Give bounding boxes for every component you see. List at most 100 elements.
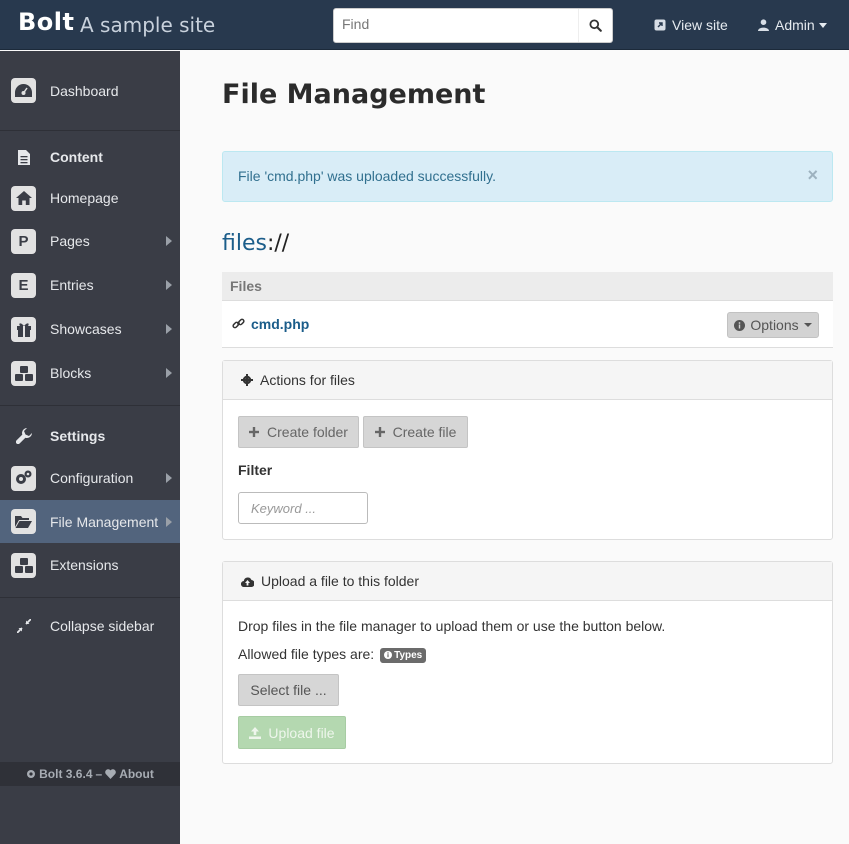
sidebar-item-pages[interactable]: P Pages bbox=[0, 219, 180, 263]
brand-logo[interactable]: Bolt bbox=[18, 8, 74, 36]
sidebar-item-label: Homepage bbox=[50, 190, 119, 206]
cubes-icon bbox=[11, 552, 36, 578]
select-file-button[interactable]: Select file ... bbox=[238, 674, 339, 706]
button-label: Upload file bbox=[268, 724, 335, 741]
cog-icon bbox=[27, 770, 36, 778]
version-link[interactable]: Bolt 3.6.4 bbox=[39, 767, 92, 781]
search-icon bbox=[589, 19, 602, 32]
sidebar-item-label: Dashboard bbox=[50, 82, 119, 99]
collapse-sidebar-button[interactable]: Collapse sidebar bbox=[0, 606, 180, 646]
sidebar-item-extensions[interactable]: Extensions bbox=[0, 543, 180, 587]
footer-separator: – bbox=[95, 767, 103, 781]
upload-file-button[interactable]: Upload file bbox=[238, 716, 346, 749]
sidebar-divider bbox=[0, 597, 180, 598]
button-label: Create file bbox=[392, 424, 457, 440]
main-content: File Management File 'cmd.php' was uploa… bbox=[180, 51, 849, 844]
chevron-right-icon bbox=[166, 368, 172, 378]
files-table-header: Files bbox=[222, 272, 833, 301]
path-root-link[interactable]: files bbox=[222, 231, 267, 256]
about-link[interactable]: About bbox=[119, 767, 154, 781]
chevron-right-icon bbox=[166, 473, 172, 483]
sidebar-item-blocks[interactable]: Blocks bbox=[0, 351, 180, 395]
options-button[interactable]: Options bbox=[727, 312, 819, 338]
path-separator: :// bbox=[266, 231, 290, 256]
info-icon bbox=[384, 651, 393, 660]
sidebar-item-label: Configuration bbox=[50, 470, 134, 486]
panel-heading: Upload a file to this folder bbox=[223, 562, 832, 601]
types-badge-label: Types bbox=[394, 649, 423, 661]
cogs-icon bbox=[11, 465, 36, 491]
page-title: File Management bbox=[222, 79, 486, 110]
user-name: Admin bbox=[775, 17, 815, 33]
sidebar-item-dashboard[interactable]: Dashboard bbox=[0, 51, 180, 130]
chevron-right-icon bbox=[166, 280, 172, 290]
sidebar-header-settings[interactable]: Settings bbox=[0, 416, 180, 456]
breadcrumb: files:// bbox=[222, 231, 289, 256]
search-input[interactable] bbox=[334, 9, 574, 39]
sidebar-item-label: Blocks bbox=[50, 365, 92, 381]
sidebar-item-label: Collapse sidebar bbox=[50, 618, 155, 634]
sidebar-header-content[interactable]: Content bbox=[0, 137, 180, 177]
types-badge[interactable]: Types bbox=[380, 647, 427, 663]
filter-label: Filter bbox=[238, 462, 273, 478]
dashboard-icon bbox=[11, 78, 36, 103]
sidebar-item-showcases[interactable]: Showcases bbox=[0, 307, 180, 351]
chevron-right-icon bbox=[166, 516, 172, 527]
file-name-link[interactable]: cmd.php bbox=[251, 316, 309, 332]
upload-panel: Upload a file to this folder Drop files … bbox=[222, 561, 833, 764]
cloud-upload-icon bbox=[241, 576, 254, 587]
success-alert: File 'cmd.php' was uploaded successfully… bbox=[222, 151, 833, 202]
view-site-link[interactable]: View site bbox=[654, 17, 728, 33]
site-title[interactable]: A sample site bbox=[80, 13, 215, 37]
sidebar-item-label: Extensions bbox=[50, 557, 119, 573]
plus-icon bbox=[374, 427, 385, 437]
sidebar-footer: Bolt 3.6.4 – About bbox=[0, 762, 180, 786]
sidebar-header-label: Content bbox=[50, 149, 103, 165]
plus-icon bbox=[249, 427, 260, 437]
sidebar-item-entries[interactable]: E Entries bbox=[0, 263, 180, 307]
sidebar-item-homepage[interactable]: Homepage bbox=[0, 177, 180, 219]
alert-message: File 'cmd.php' was uploaded successfully… bbox=[238, 168, 496, 184]
pages-letter-icon: P bbox=[11, 228, 36, 254]
panel-heading: Actions for files bbox=[223, 361, 832, 400]
allowed-types-text: Allowed file types are: Types bbox=[238, 646, 427, 663]
sidebar-item-label: Showcases bbox=[50, 321, 122, 337]
cog-icon bbox=[241, 374, 253, 386]
wrench-icon bbox=[11, 424, 36, 449]
search-button[interactable] bbox=[578, 9, 612, 42]
search-box bbox=[333, 8, 613, 43]
options-label: Options bbox=[750, 317, 799, 333]
heart-icon bbox=[105, 769, 116, 779]
user-icon bbox=[758, 19, 769, 31]
actions-panel: Actions for files Create folder Create f… bbox=[222, 360, 833, 540]
create-file-button[interactable]: Create file bbox=[363, 416, 468, 448]
chevron-right-icon bbox=[166, 236, 172, 246]
info-icon bbox=[734, 319, 746, 331]
sidebar-divider bbox=[0, 405, 180, 406]
button-label: Create folder bbox=[267, 424, 348, 440]
sidebar-item-file-management[interactable]: File Management bbox=[0, 500, 180, 543]
allowed-types-label: Allowed file types are: bbox=[238, 646, 375, 662]
user-menu[interactable]: Admin bbox=[758, 17, 827, 33]
file-text-icon bbox=[11, 145, 36, 170]
chevron-down-icon bbox=[818, 22, 827, 28]
sidebar-item-configuration[interactable]: Configuration bbox=[0, 456, 180, 500]
sidebar: Dashboard Content Homepage P Pages E Ent… bbox=[0, 51, 180, 844]
upload-instructions: Drop files in the file manager to upload… bbox=[238, 618, 666, 634]
view-site-label: View site bbox=[672, 17, 728, 33]
filter-input[interactable] bbox=[238, 492, 368, 524]
table-row: cmd.php Options bbox=[222, 301, 833, 348]
sidebar-item-label: Entries bbox=[50, 277, 94, 293]
files-table: Files cmd.php Options bbox=[222, 272, 833, 348]
home-icon bbox=[11, 185, 36, 211]
entries-letter-icon: E bbox=[11, 272, 36, 298]
chevron-right-icon bbox=[166, 324, 172, 334]
button-label: Select file ... bbox=[250, 682, 327, 698]
create-folder-button[interactable]: Create folder bbox=[238, 416, 359, 448]
link-icon bbox=[232, 318, 245, 329]
close-icon[interactable]: × bbox=[807, 165, 818, 186]
sidebar-divider bbox=[0, 130, 180, 131]
sidebar-header-label: Settings bbox=[50, 428, 106, 444]
external-link-icon bbox=[654, 19, 666, 31]
sidebar-item-label: File Management bbox=[50, 513, 159, 530]
